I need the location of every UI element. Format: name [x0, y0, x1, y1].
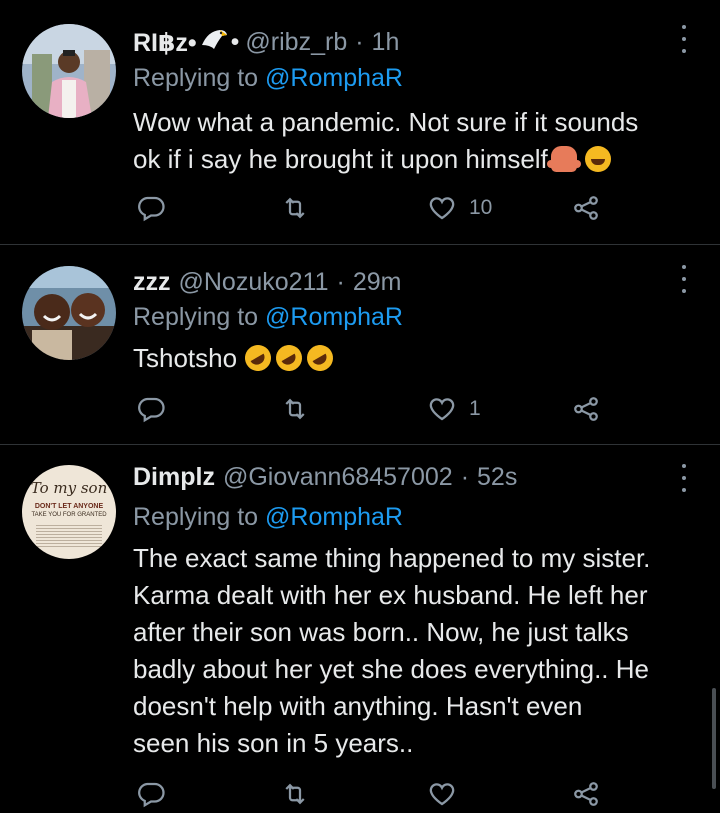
reply-button[interactable] [136, 394, 166, 424]
retweet-button[interactable] [280, 193, 310, 223]
timestamp[interactable]: 52s [477, 463, 517, 492]
retweet-icon [285, 398, 305, 420]
person-shrugging-emoji [546, 146, 581, 172]
separator: · [336, 268, 345, 296]
tweet-header: zzz @Nozuko211 · 29m [133, 268, 401, 297]
heart-icon [429, 197, 455, 220]
tweet-line: badly about her yet she does everything.… [133, 654, 649, 684]
separator: · [460, 463, 470, 491]
user-handle[interactable]: @Giovann68457002 [223, 463, 453, 492]
display-name[interactable]: Dimplz [133, 463, 215, 492]
tweet-3[interactable]: To my son DON'T LET ANYONE TAKE YOU FOR … [0, 445, 720, 808]
like-button[interactable]: 10 [427, 193, 492, 223]
face-with-tears-of-joy-emoji [584, 146, 611, 172]
heart-icon [429, 398, 455, 421]
avatar-fine-print [36, 523, 102, 547]
scrollbar[interactable] [712, 688, 716, 789]
separator-dot: • [230, 28, 240, 56]
rofl-emoji [240, 340, 276, 376]
avatar-caption-2: TAKE YOU FOR GRANTED [31, 512, 107, 518]
avatar-script-text: To my son [30, 479, 108, 497]
tweet-2[interactable]: zzz @Nozuko211 · 29m Replying to @Rompha… [0, 245, 720, 444]
separator: · [355, 28, 364, 56]
replying-to: Replying to @RomphaR [133, 503, 403, 532]
tweet-text: Wow what a pandemic. Not sure if it soun… [133, 104, 703, 178]
reply-button[interactable] [136, 779, 166, 809]
tweet-actions: 1 [133, 394, 653, 428]
more-options-icon[interactable] [672, 464, 696, 492]
more-options-icon[interactable] [672, 265, 696, 293]
tweet-header: RI฿z• • @ribz_rb · 1h [133, 27, 399, 58]
mention-link[interactable]: @RomphaR [265, 303, 403, 331]
heart-icon [429, 783, 455, 806]
user-handle[interactable]: @ribz_rb [245, 28, 347, 57]
like-count: 10 [469, 196, 493, 219]
eagle-icon [200, 27, 228, 58]
share-button[interactable] [571, 779, 601, 809]
tweet-line: The exact same thing happened to my sist… [133, 543, 651, 573]
tweet-actions: 10 [133, 193, 653, 227]
tweet-1[interactable]: RI฿z• • @ribz_rb · 1h Replying to @Romph… [0, 0, 720, 244]
share-button[interactable] [571, 193, 601, 223]
replying-label: Replying to [133, 64, 259, 92]
like-button[interactable] [427, 779, 457, 809]
share-icon [574, 196, 598, 220]
rofl-emoji [271, 340, 307, 376]
retweet-icon [285, 783, 305, 805]
avatar-caption-1: DON'T LET ANYONE [34, 503, 104, 510]
tweet-line: Tshotsho [133, 343, 238, 373]
tweet-line: doesn't help with anything. Hasn't even [133, 691, 583, 721]
like-count: 1 [469, 397, 481, 420]
avatar[interactable] [22, 266, 116, 360]
retweet-icon [285, 197, 305, 219]
tweet-line: seen his son in 5 years.. [133, 728, 414, 758]
replying-to: Replying to @RomphaR [133, 64, 403, 93]
more-options-icon[interactable] [672, 25, 696, 53]
share-button[interactable] [571, 394, 601, 424]
share-icon [574, 397, 598, 421]
replying-label: Replying to [133, 303, 259, 331]
tweet-line: ok if i say he brought it upon himself [133, 144, 548, 174]
retweet-button[interactable] [280, 779, 310, 809]
display-name[interactable]: zzz [133, 268, 171, 297]
avatar[interactable]: To my son DON'T LET ANYONE TAKE YOU FOR … [22, 465, 116, 559]
mention-link[interactable]: @RomphaR [265, 64, 403, 92]
tweet-text: The exact same thing happened to my sist… [133, 540, 703, 762]
reply-icon [138, 196, 165, 222]
avatar[interactable] [22, 24, 116, 118]
tweet-actions [133, 779, 653, 813]
retweet-button[interactable] [280, 394, 310, 424]
share-icon [574, 782, 598, 806]
replying-label: Replying to [133, 503, 259, 531]
reply-icon [138, 782, 165, 808]
tweet-line: Wow what a pandemic. Not sure if it soun… [133, 107, 639, 137]
display-name[interactable]: RI฿z• [133, 28, 197, 58]
rofl-emoji [302, 340, 338, 376]
tweet-text: Tshotsho [133, 340, 703, 377]
tweet-header: Dimplz @Giovann68457002 · 52s [133, 463, 517, 492]
mention-link[interactable]: @RomphaR [265, 503, 403, 531]
like-button[interactable]: 1 [427, 394, 481, 424]
timestamp[interactable]: 1h [372, 28, 400, 57]
tweet-line: after their son was born.. Now, he just … [133, 617, 629, 647]
replying-to: Replying to @RomphaR [133, 303, 403, 332]
tweet-line-with-emoji: ok if i say he brought it upon himself [133, 141, 703, 178]
reply-button[interactable] [136, 193, 166, 223]
timestamp[interactable]: 29m [353, 268, 402, 297]
reply-icon [138, 397, 165, 423]
tweet-line: Karma dealt with her ex husband. He left… [133, 580, 648, 610]
user-handle[interactable]: @Nozuko211 [179, 268, 329, 297]
